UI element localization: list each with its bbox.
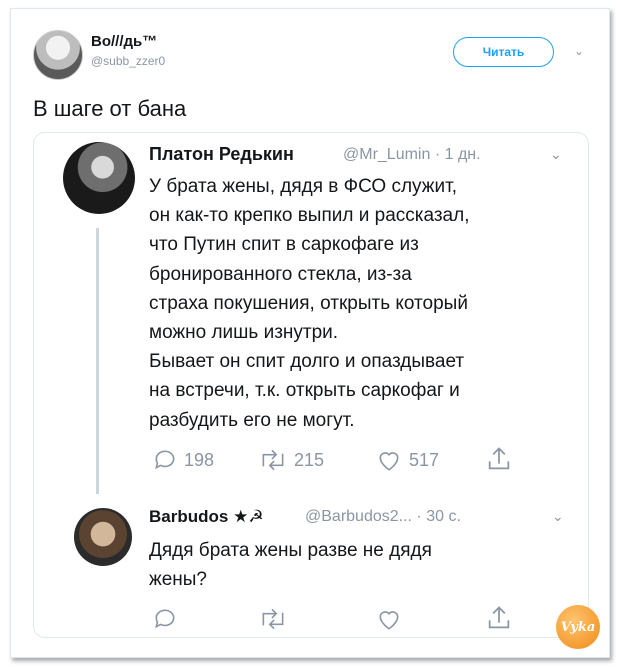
tweet-text: В шаге от бана xyxy=(33,96,187,121)
heart-icon xyxy=(379,611,399,630)
reply-text-line: страха покушения, открыть который xyxy=(149,292,468,314)
reply-text-line: жены? xyxy=(149,569,207,590)
reply-meta: @Barbudos2... · 30 с. xyxy=(305,508,461,526)
retweet-icon xyxy=(262,608,284,630)
chevron-down-icon[interactable]: ⌄ xyxy=(574,44,584,58)
reply-meta: @Mr_Lumin · 1 дн. xyxy=(343,146,481,164)
author-avatar[interactable] xyxy=(33,30,83,80)
reply-action[interactable] xyxy=(152,606,178,632)
author-handle[interactable]: @subb_zzer0 xyxy=(91,54,165,68)
chevron-down-icon[interactable]: ⌄ xyxy=(550,146,562,163)
reply-text-line: разбудить его не могут. xyxy=(149,409,355,431)
name-emoji: ★☭ xyxy=(233,507,264,526)
reply-handle[interactable]: @Barbudos2... xyxy=(305,508,412,525)
reply-avatar[interactable] xyxy=(74,508,132,566)
chevron-down-icon[interactable]: ⌄ xyxy=(552,508,564,525)
reply-text-line: можно лишь изнутри. xyxy=(149,322,339,344)
retweet-action[interactable] xyxy=(258,606,288,632)
retweet-action[interactable]: 215 xyxy=(258,447,324,473)
like-action[interactable]: 517 xyxy=(375,447,439,473)
share-icon xyxy=(488,447,510,470)
reply-handle[interactable]: @Mr_Lumin xyxy=(343,146,430,163)
thread-connector xyxy=(96,228,99,494)
share-icon xyxy=(488,606,510,629)
heart-icon xyxy=(379,452,399,471)
reply-time[interactable]: · 1 дн. xyxy=(435,146,481,163)
retweet-icon xyxy=(262,449,284,471)
comment-icon xyxy=(155,609,175,629)
like-action[interactable] xyxy=(375,606,403,632)
reply-text-line: Бывает он спит долго и опаздывает xyxy=(149,351,465,373)
watermark-logo: Vyka xyxy=(556,605,600,649)
reply-author-label: Barbudos xyxy=(149,507,229,526)
reply-text: Дядя брата жены разве не дядя жены? xyxy=(149,536,549,594)
reply-author-name[interactable]: Barbudos ★☭ xyxy=(149,507,264,527)
share-action[interactable] xyxy=(485,604,513,632)
reply-text-line: бронированного стекла, из-за xyxy=(149,263,412,285)
reply-time[interactable]: · 30 с. xyxy=(416,508,460,525)
share-action[interactable] xyxy=(485,445,513,473)
reply-author-name[interactable]: Платон Редькин xyxy=(149,144,294,165)
reply-text-line: У брата жены, дядя в ФСО служит, xyxy=(149,176,457,197)
reply-text-line: он как-то крепко выпил и рассказал, xyxy=(149,205,470,227)
reply-count: 198 xyxy=(184,449,215,470)
comment-icon xyxy=(155,450,175,470)
like-count: 517 xyxy=(409,449,440,470)
reply-text-line: Дядя брата жены разве не дядя xyxy=(149,540,432,561)
follow-button[interactable]: Читать xyxy=(453,37,554,67)
reply-text: У брата жены, дядя в ФСО служит, он как-… xyxy=(149,172,549,435)
reply-action[interactable]: 198 xyxy=(152,447,214,473)
reply-text-line: на встречи, т.к. открыть саркофаг и xyxy=(149,380,460,402)
retweet-count: 215 xyxy=(294,449,325,470)
author-name[interactable]: Во///дь™ xyxy=(91,33,157,50)
reply-avatar[interactable] xyxy=(63,142,135,214)
reply-text-line: что Путин спит в саркофаге из xyxy=(149,234,419,256)
